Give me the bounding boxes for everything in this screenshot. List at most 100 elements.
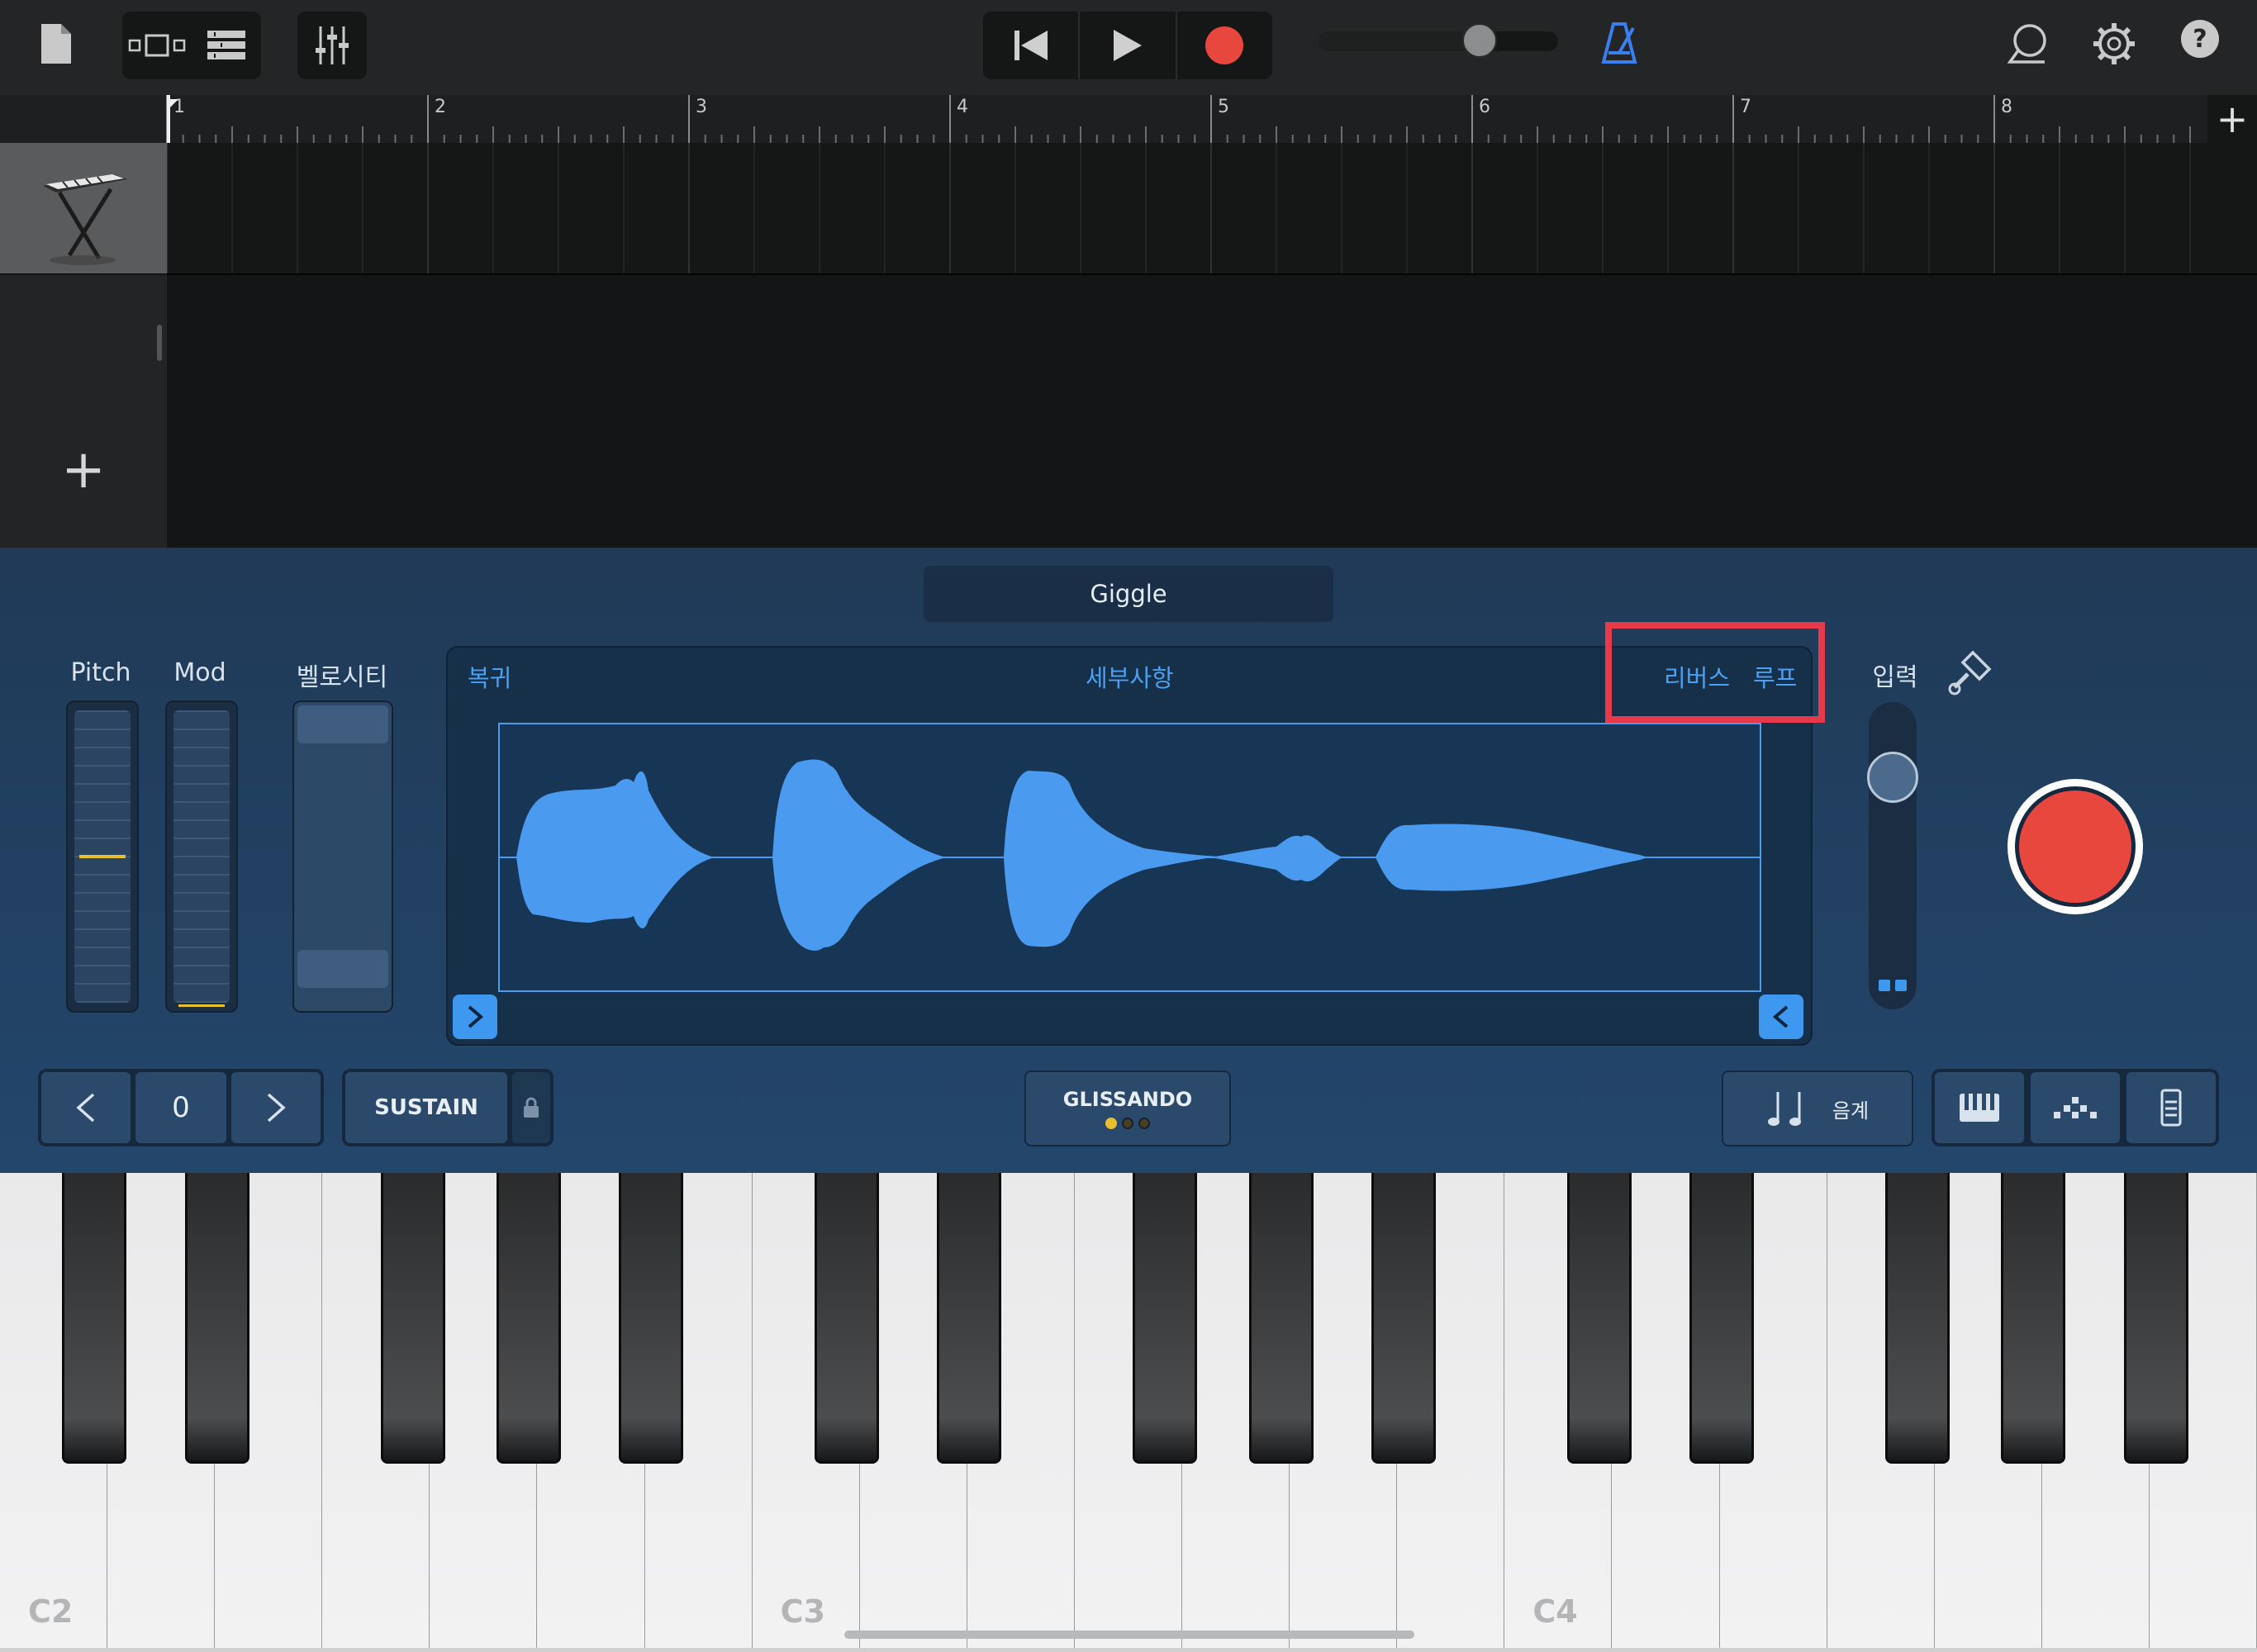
black-key[interactable] bbox=[815, 1173, 880, 1464]
mod-wheel[interactable] bbox=[165, 700, 238, 1013]
pitch-label: Pitch bbox=[70, 658, 131, 687]
sustain-button[interactable]: SUSTAIN bbox=[344, 1070, 509, 1145]
mixer-icon[interactable] bbox=[297, 12, 367, 79]
octave-label: C2 bbox=[28, 1593, 74, 1630]
settings-gear-icon[interactable] bbox=[2087, 17, 2141, 71]
input-level-slider[interactable] bbox=[1867, 702, 1918, 1009]
arpeggiator-button[interactable] bbox=[2029, 1070, 2122, 1145]
pitch-center-mark bbox=[79, 855, 126, 858]
track-header-keyboard[interactable] bbox=[0, 143, 167, 273]
input-settings-icon[interactable] bbox=[1946, 649, 1993, 699]
chevron-left-icon bbox=[76, 1093, 95, 1123]
bar-number: 4 bbox=[957, 97, 968, 117]
arpeggiator-icon bbox=[2054, 1097, 2097, 1118]
top-toolbar: ? bbox=[0, 0, 2257, 95]
sustain-lock-button[interactable] bbox=[511, 1070, 552, 1145]
bar-number: 6 bbox=[1479, 97, 1490, 117]
glissando-label: GLISSANDO bbox=[1062, 1088, 1193, 1111]
track-region-lane[interactable] bbox=[167, 143, 2257, 275]
velocity-label: 벨로시티 bbox=[296, 663, 388, 692]
tracks-view-icon[interactable] bbox=[192, 12, 261, 79]
mod-label: Mod bbox=[173, 658, 226, 687]
keyboard-mode-group bbox=[1932, 1069, 2219, 1146]
sustain-control: SUSTAIN bbox=[342, 1069, 554, 1146]
black-key[interactable] bbox=[1248, 1173, 1314, 1464]
velocity-slider[interactable] bbox=[292, 700, 393, 1013]
input-level-knob[interactable] bbox=[1867, 752, 1918, 803]
sample-record-button[interactable] bbox=[2008, 779, 2143, 914]
bar-number: 8 bbox=[2001, 97, 2012, 117]
master-volume-slider[interactable] bbox=[1319, 23, 1558, 58]
input-meter-left bbox=[1879, 980, 1890, 991]
black-key[interactable] bbox=[62, 1173, 127, 1464]
help-icon[interactable]: ? bbox=[2181, 20, 2219, 58]
timeline-ruler[interactable]: 12345678 + bbox=[0, 95, 2257, 143]
black-key[interactable] bbox=[1133, 1173, 1198, 1464]
black-key[interactable] bbox=[619, 1173, 684, 1464]
chevron-left-icon bbox=[1772, 1005, 1789, 1028]
record-icon[interactable] bbox=[1177, 12, 1272, 79]
home-indicator bbox=[844, 1631, 1414, 1639]
keyboard-size-icon bbox=[2160, 1089, 2182, 1127]
revert-button[interactable]: 복귀 bbox=[468, 659, 511, 694]
view-switch-icon[interactable] bbox=[122, 12, 192, 79]
sample-end-handle[interactable] bbox=[1759, 995, 1803, 1039]
keyboard-layout-button[interactable] bbox=[1933, 1070, 2026, 1145]
octave-down-button[interactable] bbox=[40, 1070, 132, 1145]
piano-keyboard: C2 C3 C4 bbox=[0, 1173, 2257, 1652]
chevron-right-icon bbox=[267, 1093, 286, 1123]
input-label: 입력 bbox=[1872, 663, 1918, 692]
octave-value: 0 bbox=[134, 1070, 228, 1145]
pitch-wheel[interactable] bbox=[66, 700, 139, 1013]
scale-button[interactable]: 음계 bbox=[1722, 1070, 1913, 1146]
loop-browser-icon[interactable] bbox=[2001, 17, 2055, 71]
chevron-right-icon bbox=[468, 1005, 484, 1028]
octave-label: C4 bbox=[1532, 1593, 1578, 1630]
black-key[interactable] bbox=[1884, 1173, 1950, 1464]
bar-number: 7 bbox=[1740, 97, 1751, 117]
black-key[interactable] bbox=[937, 1173, 1002, 1464]
keyboard-instrument-icon bbox=[43, 174, 127, 265]
go-to-start-icon[interactable] bbox=[983, 12, 1078, 79]
waveform-display[interactable] bbox=[498, 723, 1761, 992]
music-notes-icon bbox=[1767, 1092, 1801, 1126]
bar-number: 5 bbox=[1218, 97, 1229, 117]
piano-keys-icon bbox=[1960, 1094, 1999, 1122]
track-resize-handle[interactable] bbox=[157, 325, 162, 361]
input-meter-right bbox=[1895, 980, 1907, 991]
waveform bbox=[500, 759, 1760, 951]
add-section-button[interactable]: + bbox=[2207, 95, 2257, 143]
black-key[interactable] bbox=[184, 1173, 249, 1464]
metronome-icon[interactable] bbox=[1594, 15, 1644, 71]
octave-up-button[interactable] bbox=[230, 1070, 322, 1145]
sample-start-handle[interactable] bbox=[453, 995, 497, 1039]
master-volume-knob[interactable] bbox=[1461, 23, 1497, 58]
mod-level-mark bbox=[178, 1004, 225, 1007]
document-icon[interactable] bbox=[35, 18, 78, 69]
playhead-marker bbox=[167, 99, 178, 111]
black-key[interactable] bbox=[1566, 1173, 1632, 1464]
octave-label: C3 bbox=[780, 1593, 825, 1630]
black-key[interactable] bbox=[2123, 1173, 2188, 1464]
velocity-min-handle[interactable] bbox=[297, 950, 388, 988]
glissando-button[interactable]: GLISSANDO bbox=[1024, 1070, 1231, 1146]
patch-name-button[interactable]: Giggle bbox=[924, 566, 1333, 622]
bar-number: 2 bbox=[435, 97, 446, 117]
velocity-max-handle[interactable] bbox=[297, 705, 388, 743]
keyboard-size-button[interactable] bbox=[2125, 1070, 2217, 1145]
mod-wheel-ridges bbox=[173, 710, 230, 1003]
black-key[interactable] bbox=[2001, 1173, 2066, 1464]
black-key[interactable] bbox=[1371, 1173, 1436, 1464]
black-key[interactable] bbox=[1689, 1173, 1755, 1464]
scale-label: 음계 bbox=[1832, 1099, 1870, 1123]
black-key[interactable] bbox=[380, 1173, 445, 1464]
glissando-mode-dots bbox=[1105, 1118, 1150, 1129]
black-key[interactable] bbox=[497, 1173, 562, 1464]
help-label: ? bbox=[2193, 24, 2207, 54]
play-icon[interactable] bbox=[1080, 12, 1175, 79]
details-button[interactable]: 세부사항 bbox=[1086, 659, 1174, 694]
add-track-button[interactable]: + bbox=[58, 444, 109, 496]
bar-number: 3 bbox=[696, 97, 707, 117]
track-list-empty: + bbox=[0, 275, 167, 548]
highlight-box bbox=[1605, 622, 1825, 723]
